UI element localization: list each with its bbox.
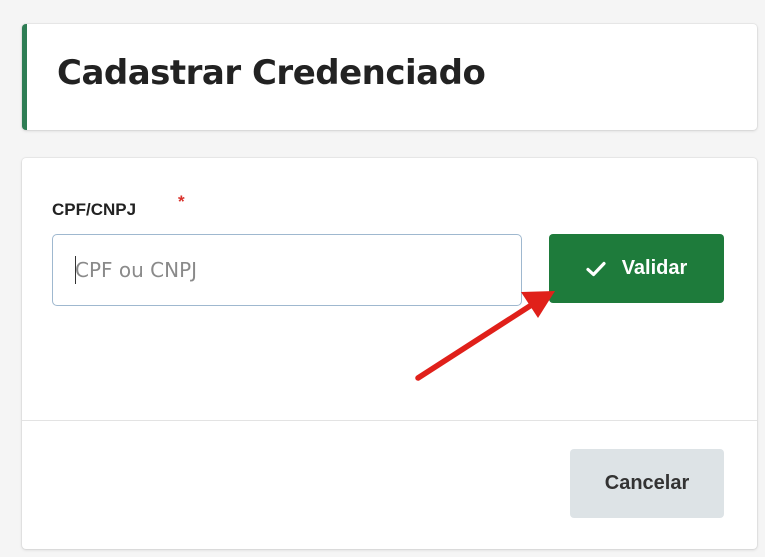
- cpf-cnpj-label: CPF/CNPJ: [52, 200, 137, 219]
- form-card: CPF/CNPJ * Validar Cancelar: [22, 158, 757, 549]
- text-cursor: [75, 256, 76, 284]
- form-footer-divider: [22, 420, 757, 421]
- check-icon: [586, 261, 606, 277]
- validate-button-label: Validar: [621, 257, 688, 279]
- header-card: Cadastrar Credenciado: [22, 24, 757, 130]
- cancel-button[interactable]: Cancelar: [570, 449, 724, 518]
- validate-button[interactable]: Validar: [549, 234, 724, 303]
- cpf-cnpj-input[interactable]: [52, 234, 522, 306]
- page-title: Cadastrar Credenciado: [57, 53, 486, 93]
- required-asterisk: *: [178, 192, 185, 211]
